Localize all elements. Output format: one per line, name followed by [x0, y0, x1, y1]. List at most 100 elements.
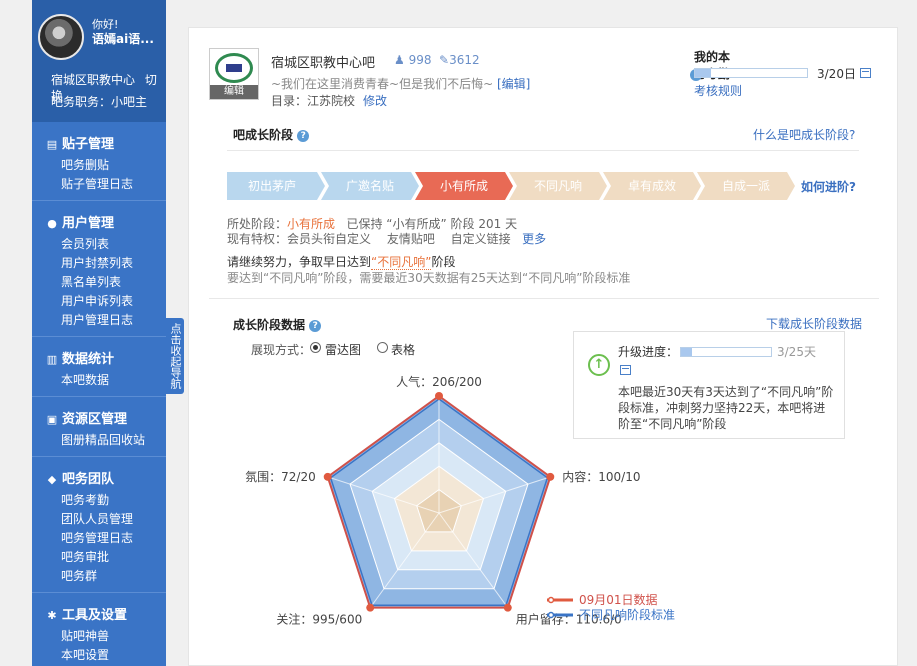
upgrade-progress-fill [681, 348, 692, 356]
radar-mode-radio[interactable] [310, 342, 321, 353]
legend-label[interactable]: 不同凡响阶段标准 [579, 607, 675, 622]
nav-title-tools: ✱ 工具及设置 [32, 605, 166, 627]
catalog-text: 目录：江苏院校 [271, 94, 356, 108]
nav-title-label: 工具及设置 [62, 608, 128, 623]
divider [227, 150, 859, 151]
collapse-nav-tab[interactable]: 点击收起导航 [166, 318, 184, 394]
folder-icon: ▣ [46, 413, 58, 426]
nav-title-posts: ▤ 贴子管理 [32, 134, 166, 156]
radar-chart: 人气：206/200内容：100/10用户留存：110.6/0关注：995/60… [245, 374, 675, 627]
nav-title-users: ● 用户管理 [32, 213, 166, 235]
username[interactable]: 语嫣ai语... [92, 32, 154, 46]
nav-group-resources: ▣ 资源区管理 图册精品回收站 [32, 397, 166, 457]
nav-title-resources: ▣ 资源区管理 [32, 409, 166, 431]
current-stage-prefix: 所处阶段： [227, 217, 288, 231]
legend-label[interactable]: 09月01日数据 [579, 592, 658, 607]
current-bar-name: 宿城区职教中心 [51, 73, 136, 87]
month-exam-progress [694, 68, 808, 78]
member-count: ♟ 998 [394, 53, 432, 67]
nav-item-attendance[interactable]: 吧务考勤 [32, 491, 166, 510]
nav-title-team: ◆ 吧务团队 [32, 469, 166, 491]
nav-title-label: 用户管理 [62, 216, 115, 231]
nav-item-post-log[interactable]: 贴子管理日志 [32, 175, 166, 194]
growth-data-title: 成长阶段数据 ? [233, 316, 322, 333]
upgrade-progress-label: 升级进度： [618, 345, 679, 359]
divider [209, 298, 879, 299]
month-exam-progress-fill [695, 69, 711, 77]
catalog-edit-link[interactable]: 修改 [363, 94, 387, 108]
bar-logo[interactable]: 编辑 [209, 48, 259, 100]
more-privileges-link[interactable]: 更多 [522, 232, 546, 246]
nav-title-label: 数据统计 [62, 352, 115, 367]
post-count-value: 3612 [449, 53, 480, 67]
slogan-edit-link[interactable]: [编辑] [497, 77, 530, 91]
document-icon: ▤ [46, 138, 58, 151]
nav-item-team-members[interactable]: 团队人员管理 [32, 510, 166, 529]
download-data-link[interactable]: 下载成长阶段数据 [766, 315, 862, 332]
nav-group-posts: ▤ 贴子管理 吧务删贴 贴子管理日志 [32, 122, 166, 201]
nav-title-label: 资源区管理 [62, 412, 128, 427]
nav-item-bar-data[interactable]: 本吧数据 [32, 371, 166, 390]
calendar-icon[interactable] [860, 68, 871, 78]
what-is-growth-link[interactable]: 什么是吧成长阶段? [753, 126, 855, 143]
nav-title-stats: ▥ 数据统计 [32, 349, 166, 371]
stage-label: 卓有成效 [628, 178, 676, 193]
nav-item-members[interactable]: 会员列表 [32, 235, 166, 254]
nav-item-approval[interactable]: 吧务审批 [32, 548, 166, 567]
radar-mode-label[interactable]: 雷达图 [325, 341, 361, 358]
stage-label: 广邀名贴 [346, 178, 394, 193]
nav-item-blacklist[interactable]: 黑名单列表 [32, 273, 166, 292]
radar-data-point[interactable] [366, 603, 375, 612]
nav-group-stats: ▥ 数据统计 本吧数据 [32, 337, 166, 397]
logo-edit-button[interactable]: 编辑 [210, 85, 258, 99]
radar-axis-label: 内容：100/10 [562, 469, 640, 484]
slogan-text: ~我们在这里消费青春~但是我们不后悔~ [271, 77, 494, 91]
stage-label: 不同凡响 [534, 178, 582, 193]
nav-item-group[interactable]: 吧务群 [32, 567, 166, 586]
radar-axis-label: 关注：995/600 [276, 612, 362, 627]
nav-group-tools: ✱ 工具及设置 贴吧神兽 本吧设置 [32, 593, 166, 666]
nav-item-user-log[interactable]: 用户管理日志 [32, 311, 166, 330]
nav-title-label: 吧务团队 [62, 472, 115, 487]
stage-track: 初出茅庐 广邀名贴 小有所成 不同凡响 卓有成效 自成一派 [227, 172, 795, 200]
table-mode-radio[interactable] [377, 342, 388, 353]
nav-item-appeals[interactable]: 用户申诉列表 [32, 292, 166, 311]
privileges-prefix: 现有特权： [227, 232, 288, 246]
radar-data-point[interactable] [546, 472, 555, 481]
slogan: ~我们在这里消费青春~但是我们不后悔~ [编辑] [271, 75, 530, 92]
post-count: ✎3612 [439, 53, 480, 67]
help-icon[interactable]: ? [309, 319, 322, 332]
main-panel: 编辑 宿城区职教中心吧 ♟ 998 ✎3612 ~我们在这里消费青春~但是我们不… [188, 27, 898, 666]
radar-data-point[interactable] [503, 603, 512, 612]
radar-data-point[interactable] [435, 392, 443, 400]
upgrade-progress-value: 3/25天 [777, 345, 816, 359]
bar-title[interactable]: 宿城区职教中心吧 [271, 52, 375, 71]
nav-item-banned[interactable]: 用户封禁列表 [32, 254, 166, 273]
nav-group-users: ● 用户管理 会员列表 用户封禁列表 黑名单列表 用户申诉列表 用户管理日志 [32, 201, 166, 337]
catalog: 目录：江苏院校 修改 [271, 92, 387, 109]
growth-data-title-text: 成长阶段数据 [233, 318, 306, 332]
person-icon: ♟ [394, 53, 405, 67]
assessment-rules-link[interactable]: 考核规则 [694, 82, 742, 99]
upgrade-progress-bar [680, 347, 772, 357]
school-seal-icon [215, 53, 253, 83]
nav-item-delete-posts[interactable]: 吧务删贴 [32, 156, 166, 175]
goal-prefix: 请继续努力，争取早日达到 [227, 255, 372, 269]
radar-data-point[interactable] [323, 472, 332, 481]
nav-item-recycle[interactable]: 图册精品回收站 [32, 431, 166, 450]
legend-marker [547, 611, 555, 619]
bar-chart-icon: ▥ [46, 353, 58, 366]
nav-item-beast[interactable]: 贴吧神兽 [32, 627, 166, 646]
table-mode-label[interactable]: 表格 [391, 341, 415, 358]
goal-line: 请继续努力，争取早日达到“不同凡响”阶段 [227, 253, 455, 270]
radar-axis-label: 氛围：72/20 [245, 470, 316, 484]
help-icon[interactable]: ? [297, 129, 310, 142]
sidebar: 你好! 语嫣ai语... 宿城区职教中心 切换 吧务职务：小吧主 ▤ 贴子管理 吧… [32, 0, 166, 666]
nav-item-settings[interactable]: 本吧设置 [32, 646, 166, 665]
current-stage-value: 小有所成 [287, 217, 336, 231]
how-advance-link[interactable]: 如何进阶? [801, 178, 856, 195]
gear-icon: ✱ [47, 609, 57, 622]
nav-item-admin-log[interactable]: 吧务管理日志 [32, 529, 166, 548]
avatar[interactable] [38, 14, 84, 60]
goal-target-stage[interactable]: “不同凡响” [371, 255, 432, 270]
